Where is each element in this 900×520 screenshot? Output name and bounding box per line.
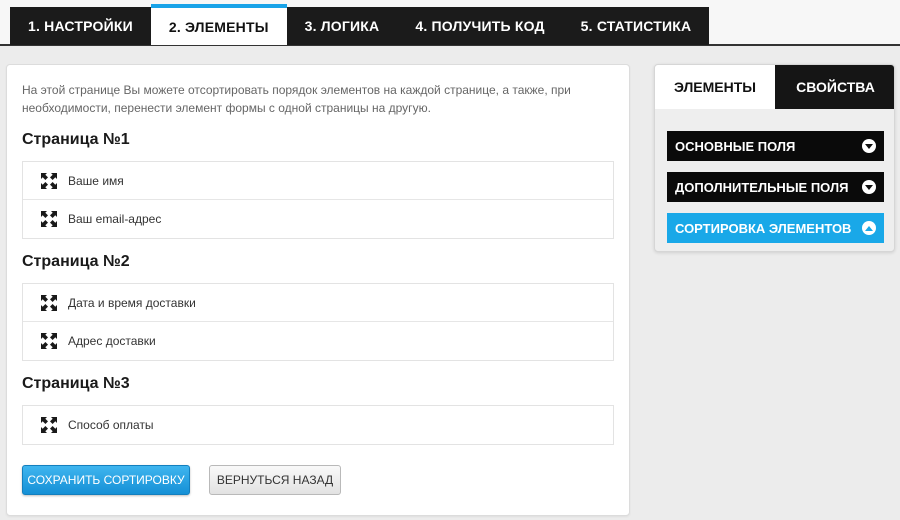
sorting-panel: На этой странице Вы можете отсортировать… bbox=[6, 64, 630, 516]
page-title: Страница №3 bbox=[22, 375, 130, 392]
accordion-label: Сортировка элементов bbox=[675, 220, 852, 236]
top-navigation: 1. Настройки 2. Элементы 3. Логика 4. По… bbox=[0, 0, 900, 46]
element-label: Способ оплаты bbox=[68, 418, 154, 432]
drag-handle-icon[interactable] bbox=[41, 211, 57, 227]
element-label: Ваше имя bbox=[68, 173, 124, 188]
page-1-elements: Ваше имя Ваш email-адрес bbox=[22, 161, 614, 239]
accordion-additional-fields[interactable]: Дополнительные поля bbox=[667, 172, 884, 202]
element-label: Адрес доставки bbox=[68, 334, 156, 348]
back-button[interactable]: Вернуться назад bbox=[209, 465, 341, 495]
accordion-sort-elements[interactable]: Сортировка элементов bbox=[667, 213, 884, 243]
chevron-down-icon bbox=[862, 180, 876, 194]
list-item[interactable]: Способ оплаты bbox=[23, 406, 613, 444]
tab-statistics[interactable]: 5. Статистика bbox=[562, 7, 710, 45]
sidebar-tab-elements[interactable]: Элементы bbox=[655, 65, 775, 109]
page-title: Страница №1 bbox=[22, 131, 130, 148]
tab-logic[interactable]: 3. Логика bbox=[286, 7, 398, 45]
tab-get-code[interactable]: 4. Получить код bbox=[397, 7, 563, 45]
sidebar-tabs: Элементы Свойства bbox=[655, 65, 894, 109]
page-title: Страница №2 bbox=[22, 253, 130, 270]
drag-handle-icon[interactable] bbox=[41, 333, 57, 349]
chevron-down-icon bbox=[862, 139, 876, 153]
list-item[interactable]: Дата и время доставки bbox=[23, 284, 613, 322]
tab-elements[interactable]: 2. Элементы bbox=[150, 4, 287, 45]
elements-sidebar: Элементы Свойства Основные поля Дополнит… bbox=[654, 64, 895, 252]
accordion-label: Основные поля bbox=[675, 138, 796, 154]
tab-settings[interactable]: 1. Настройки bbox=[10, 7, 151, 45]
page-3-elements: Способ оплаты bbox=[22, 405, 614, 445]
list-item[interactable]: Ваш email-адрес bbox=[23, 200, 613, 238]
wizard-tabs: 1. Настройки 2. Элементы 3. Логика 4. По… bbox=[10, 4, 710, 45]
accordion-label: Дополнительные поля bbox=[675, 179, 849, 195]
chevron-up-icon bbox=[862, 221, 876, 235]
list-item[interactable]: Адрес доставки bbox=[23, 322, 613, 360]
accordion-basic-fields[interactable]: Основные поля bbox=[667, 131, 884, 161]
element-label: Дата и время доставки bbox=[68, 295, 196, 310]
drag-handle-icon[interactable] bbox=[41, 294, 57, 311]
intro-text: На этой странице Вы можете отсортировать… bbox=[22, 83, 571, 115]
drag-handle-icon[interactable] bbox=[41, 172, 57, 189]
list-item[interactable]: Ваше имя bbox=[23, 162, 613, 200]
drag-handle-icon[interactable] bbox=[41, 417, 57, 433]
element-label: Ваш email-адрес bbox=[68, 212, 162, 226]
sidebar-tab-properties[interactable]: Свойства bbox=[775, 65, 894, 109]
save-sorting-button[interactable]: Сохранить сортировку bbox=[22, 465, 190, 495]
page-2-elements: Дата и время доставки Адрес доставки bbox=[22, 283, 614, 361]
